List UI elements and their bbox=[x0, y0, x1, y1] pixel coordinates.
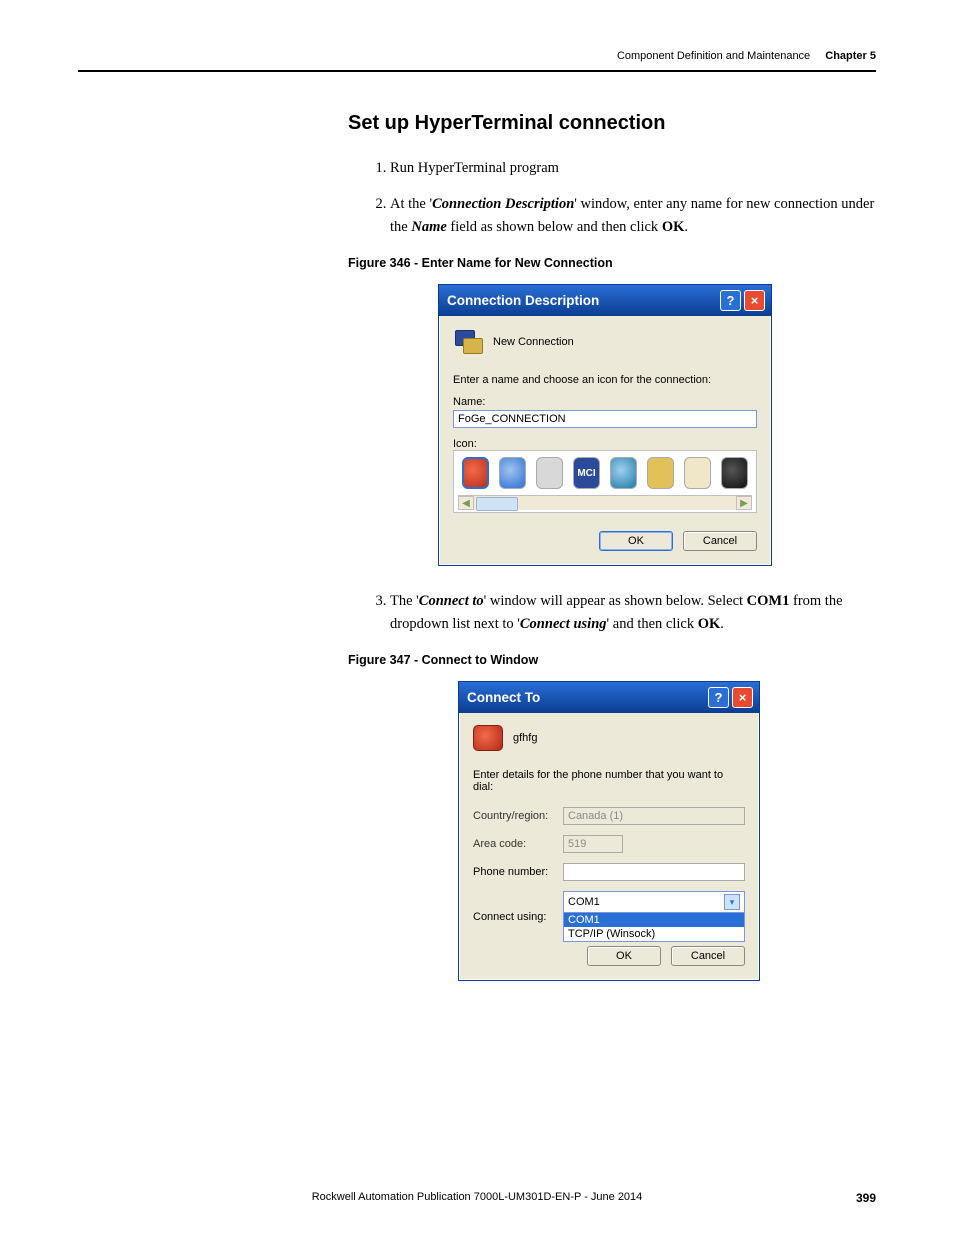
chevron-down-icon[interactable]: ▾ bbox=[724, 894, 740, 910]
dropdown-option-tcpip[interactable]: TCP/IP (Winsock) bbox=[564, 927, 744, 941]
section-title: Set up HyperTerminal connection bbox=[348, 112, 876, 135]
step-2: At the 'Connection Description' window, … bbox=[390, 193, 876, 238]
connection-description-dialog: Connection Description ? × New Connectio… bbox=[438, 284, 772, 566]
icon-scrollbar[interactable]: ◀ ▶ bbox=[458, 495, 752, 510]
icon-picker: MCI ◀ ▶ bbox=[453, 450, 757, 513]
close-button[interactable]: × bbox=[744, 290, 765, 311]
icon-option-earth[interactable] bbox=[610, 457, 637, 489]
icon-option-gold[interactable] bbox=[647, 457, 674, 489]
connect-using-label: Connect using: bbox=[473, 911, 563, 923]
connect-using-dropdown: COM1 TCP/IP (Winsock) bbox=[563, 913, 745, 942]
name-input[interactable] bbox=[453, 410, 757, 428]
country-label: Country/region: bbox=[473, 810, 563, 822]
dialog2-title: Connect To bbox=[467, 690, 540, 705]
cancel-button[interactable]: Cancel bbox=[683, 531, 757, 551]
new-connection-icon bbox=[453, 328, 483, 356]
connect-using-row: Connect using: COM1 ▾ COM1 TCP/IP (Winso… bbox=[473, 891, 745, 942]
figure-347-caption: Figure 347 - Connect to Window bbox=[348, 653, 876, 667]
connect-using-select[interactable]: COM1 ▾ bbox=[563, 891, 745, 913]
header-section: Component Definition and Maintenance bbox=[617, 50, 810, 62]
country-row: Country/region: Canada (1) bbox=[473, 807, 745, 825]
step-3: The 'Connect to' window will appear as s… bbox=[390, 590, 876, 635]
icon-option-globe[interactable] bbox=[499, 457, 526, 489]
dialog1-subtitle: New Connection bbox=[493, 336, 574, 348]
ok-button[interactable]: OK bbox=[599, 531, 673, 551]
icon-option-mci[interactable]: MCI bbox=[573, 457, 600, 489]
phone-row: Phone number: bbox=[473, 863, 745, 881]
dialog2-instruction: Enter details for the phone number that … bbox=[473, 769, 745, 793]
phone-icon bbox=[473, 725, 503, 751]
help-button[interactable]: ? bbox=[720, 290, 741, 311]
header-chapter: Chapter 5 bbox=[825, 50, 876, 62]
dialog1-titlebar: Connection Description ? × bbox=[439, 285, 771, 316]
connection-name: gfhfg bbox=[513, 732, 537, 744]
area-label: Area code: bbox=[473, 838, 563, 850]
dialog1-title: Connection Description bbox=[447, 293, 599, 308]
phone-label: Phone number: bbox=[473, 866, 563, 878]
name-label: Name: bbox=[453, 396, 757, 408]
phone-field[interactable] bbox=[563, 863, 745, 881]
dialog1-instruction: Enter a name and choose an icon for the … bbox=[453, 374, 757, 386]
areacode-row: Area code: 519 bbox=[473, 835, 745, 853]
cancel-button[interactable]: Cancel bbox=[671, 946, 745, 966]
figure-346-caption: Figure 346 - Enter Name for New Connecti… bbox=[348, 256, 876, 270]
icon-option-generic[interactable] bbox=[536, 457, 563, 489]
scroll-right-icon[interactable]: ▶ bbox=[736, 496, 752, 510]
publication-line: Rockwell Automation Publication 7000L-UM… bbox=[78, 1191, 876, 1203]
scroll-thumb[interactable] bbox=[476, 497, 518, 511]
icon-option-paper[interactable] bbox=[684, 457, 711, 489]
step-1: Run HyperTerminal program bbox=[390, 157, 876, 179]
icon-option-phone[interactable] bbox=[462, 457, 489, 489]
connect-using-value: COM1 bbox=[568, 896, 600, 908]
running-header: Component Definition and Maintenance Cha… bbox=[78, 50, 876, 72]
page-footer: Rockwell Automation Publication 7000L-UM… bbox=[78, 1191, 876, 1205]
scroll-left-icon[interactable]: ◀ bbox=[458, 496, 474, 510]
ok-button[interactable]: OK bbox=[587, 946, 661, 966]
dialog2-titlebar: Connect To ? × bbox=[459, 682, 759, 713]
icon-option-dark[interactable] bbox=[721, 457, 748, 489]
connect-to-dialog: Connect To ? × gfhfg Enter details for t… bbox=[458, 681, 760, 981]
icon-label: Icon: bbox=[453, 438, 757, 450]
close-button[interactable]: × bbox=[732, 687, 753, 708]
country-field: Canada (1) bbox=[563, 807, 745, 825]
dropdown-option-com1[interactable]: COM1 bbox=[564, 913, 744, 927]
area-field: 519 bbox=[563, 835, 623, 853]
help-button[interactable]: ? bbox=[708, 687, 729, 708]
